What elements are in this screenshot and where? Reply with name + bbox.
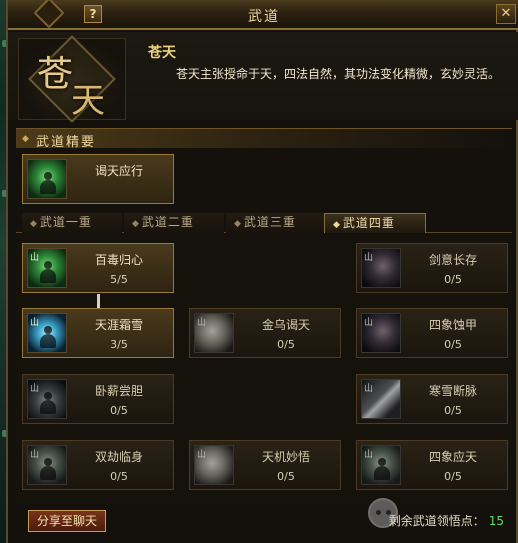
- tab-label: 武道四重: [342, 216, 395, 230]
- tab-label: 武道三重: [243, 215, 296, 229]
- skill-level: 3/5: [110, 338, 128, 351]
- tab-bullet-icon: ◆: [333, 220, 341, 230]
- skill-card-si-xiang-shi-jia[interactable]: 山 四象蚀甲 0/5: [356, 308, 508, 358]
- close-button[interactable]: ✕: [496, 4, 516, 24]
- skill-card-shuang-jie-lin-shen[interactable]: 山 双劫临身 0/5: [22, 440, 174, 490]
- purple-fan-icon: 山: [361, 313, 401, 353]
- skill-name: 双劫临身: [94, 450, 143, 464]
- skill-level: 0/5: [277, 338, 295, 351]
- skill-name: 天涯霜雪: [94, 318, 143, 332]
- skill-card-jin-wu-he-tian[interactable]: 山 金乌谒天 0/5: [189, 308, 341, 358]
- meditation-icon: 山: [361, 445, 401, 485]
- skill-level: 0/5: [110, 470, 128, 483]
- skill-name: 谒天应行: [94, 164, 143, 178]
- golden-crow-icon: 山: [194, 445, 234, 485]
- frost-icon: 山: [27, 313, 67, 353]
- skill-level: 0/5: [110, 404, 128, 417]
- skill-card-wo-xin-chang-dan[interactable]: 山 卧薪尝胆 0/5: [22, 374, 174, 424]
- tab-tier-4[interactable]: ◆ 武道四重: [324, 213, 426, 233]
- green-meditation-icon: [27, 159, 67, 199]
- tab-tier-1[interactable]: ◆ 武道一重: [22, 213, 122, 233]
- meditation-icon: 山: [27, 445, 67, 485]
- blade-icon: 山: [361, 379, 401, 419]
- tab-bullet-icon: ◆: [132, 219, 140, 229]
- skill-connector: [97, 294, 100, 308]
- tab-tier-3[interactable]: ◆ 武道三重: [226, 213, 326, 233]
- points-value: 15: [488, 514, 504, 528]
- skill-card-jian-yi-chang-cun[interactable]: 山 剑意长存 0/5: [356, 243, 508, 293]
- sword-aura-icon: 山: [361, 248, 401, 288]
- golden-crow-icon: 山: [194, 313, 234, 353]
- skill-level: 0/5: [444, 404, 462, 417]
- tier-tabs: ◆ 武道一重 ◆ 武道二重 ◆ 武道三重 ◆ 武道四重: [16, 213, 512, 233]
- skill-name: 金乌谒天: [261, 318, 310, 332]
- emblem-glyph: 天: [71, 81, 105, 121]
- section-label: 武道精要: [36, 135, 97, 150]
- skill-level: 0/5: [444, 470, 462, 483]
- close-icon: ✕: [500, 6, 512, 21]
- skill-card-tian-ya-shuang-xue[interactable]: 山 天涯霜雪 3/5: [22, 308, 174, 358]
- tab-tier-2[interactable]: ◆ 武道二重: [124, 213, 224, 233]
- skill-name: 四象应天: [428, 450, 477, 464]
- school-emblem: 苍 天: [18, 35, 126, 123]
- wudao-window: ? 武道 ✕ 苍 天 苍天 苍天主张授命于天，四法自然，其功法变化精微，玄妙灵活…: [6, 0, 518, 543]
- emblem-glyph: 苍: [37, 54, 74, 95]
- title-bar[interactable]: ? 武道 ✕: [8, 0, 518, 30]
- skill-name: 天机妙悟: [261, 450, 310, 464]
- skill-card-si-xiang-ying-tian[interactable]: 山 四象应天 0/5: [356, 440, 508, 490]
- skill-name: 百毒归心: [94, 253, 143, 267]
- meditation-icon: 山: [27, 379, 67, 419]
- window-title: 武道: [248, 9, 280, 25]
- skill-name: 寒雪断脉: [428, 384, 477, 398]
- essence-skill-card[interactable]: 谒天应行: [22, 154, 174, 204]
- share-to-chat-button[interactable]: 分享至聊天: [28, 510, 106, 532]
- skill-name: 四象蚀甲: [428, 318, 477, 332]
- skill-level: 0/5: [444, 338, 462, 351]
- skill-name: 剑意长存: [428, 253, 477, 267]
- school-name: 苍天: [148, 45, 176, 61]
- skill-level: 0/5: [277, 470, 295, 483]
- skill-name: 卧薪尝胆: [94, 384, 143, 398]
- school-description: 苍天主张授命于天，四法自然，其功法变化精微，玄妙灵活。: [176, 67, 501, 81]
- skill-card-bai-du-gui-xin[interactable]: 山 百毒归心 5/5: [22, 243, 174, 293]
- triangle-bullet-icon: ◆: [22, 134, 29, 144]
- skill-card-tian-ji-miao-wu[interactable]: 山 天机妙悟 0/5: [189, 440, 341, 490]
- tab-bullet-icon: ◆: [234, 219, 242, 229]
- skill-level: 0/5: [444, 273, 462, 286]
- points-label: 剩余武道领悟点：: [388, 514, 485, 528]
- skill-header: 苍 天 苍天 苍天主张授命于天，四法自然，其功法变化精微，玄妙灵活。: [8, 32, 518, 123]
- tab-label: 武道一重: [39, 215, 92, 229]
- section-header-essence: ◆ 武道精要: [16, 128, 512, 150]
- remaining-points: 剩余武道领悟点： 15: [389, 512, 504, 529]
- skill-level: 5/5: [110, 273, 128, 286]
- green-poison-icon: 山: [27, 248, 67, 288]
- tab-label: 武道二重: [141, 215, 194, 229]
- skill-card-han-xue-duan-mai[interactable]: 山 寒雪断脉 0/5: [356, 374, 508, 424]
- tab-bullet-icon: ◆: [30, 219, 38, 229]
